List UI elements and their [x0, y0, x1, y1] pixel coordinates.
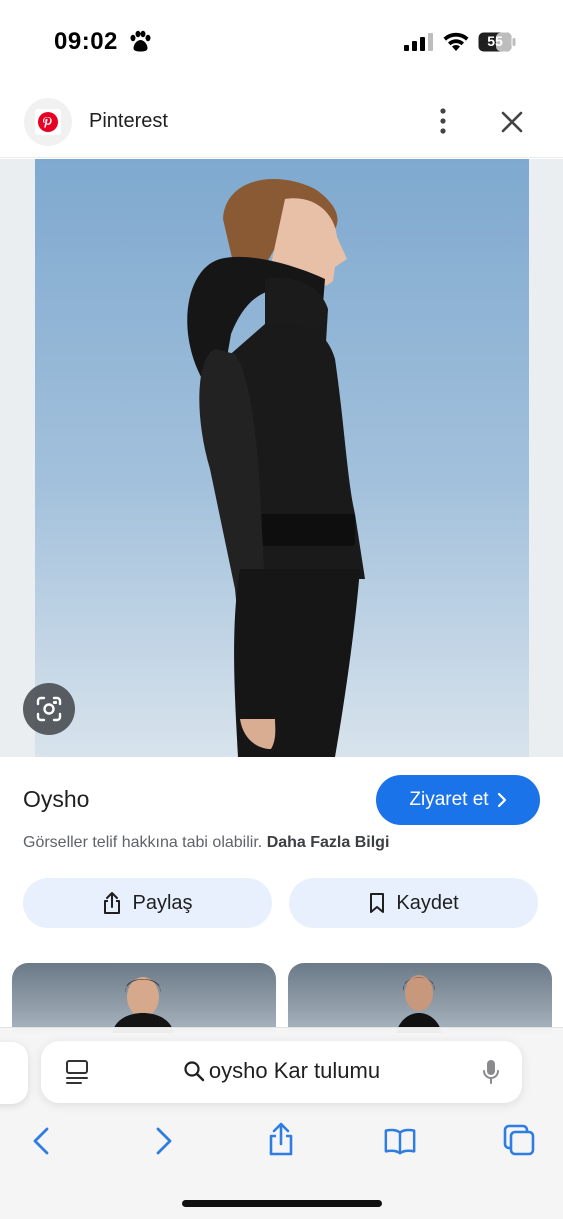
copyright-text: Görseller telif hakkına tabi olabilir. — [23, 834, 263, 851]
share-icon — [269, 1122, 293, 1156]
browser-toolbar: oysho Kar tulumu — [0, 1027, 563, 1219]
search-icon — [184, 1061, 205, 1082]
address-bar[interactable]: oysho Kar tulumu — [41, 1041, 522, 1103]
sheet-header: Pinterest — [0, 92, 563, 158]
battery-level: 55 — [487, 33, 503, 49]
status-time: 09:02 — [54, 28, 118, 55]
related-image[interactable] — [12, 963, 276, 1033]
address-query: oysho Kar tulumu — [208, 1058, 381, 1083]
forward-button[interactable] — [147, 1124, 181, 1158]
address-content: oysho Kar tulumu — [41, 1058, 522, 1084]
save-label: Kaydet — [396, 891, 459, 914]
previous-tab[interactable] — [0, 1042, 28, 1104]
site-name: Pinterest — [89, 110, 168, 132]
wifi-icon — [443, 32, 469, 51]
lens-icon — [36, 696, 62, 722]
pinterest-logo — [24, 98, 72, 146]
chevron-right-icon — [497, 792, 506, 808]
visit-button[interactable]: Ziyaret et — [376, 775, 540, 825]
bookmarks-icon — [384, 1128, 416, 1155]
battery-icon: 55 — [478, 32, 516, 52]
share-icon — [104, 892, 121, 914]
forward-icon — [156, 1127, 172, 1155]
back-icon — [33, 1127, 49, 1155]
image-preview[interactable] — [0, 159, 563, 757]
more-vert-icon — [440, 108, 446, 134]
result-brand: Oysho — [23, 786, 90, 812]
tabs-icon — [503, 1124, 535, 1156]
copyright-notice: Görseller telif hakkına tabi olabilir. D… — [23, 834, 389, 852]
tabs-button[interactable] — [502, 1123, 536, 1157]
back-button[interactable] — [24, 1124, 58, 1158]
product-photo — [35, 159, 529, 757]
home-indicator — [182, 1200, 382, 1207]
bookmark-icon — [370, 893, 385, 913]
learn-more-link[interactable]: Daha Fazla Bilgi — [267, 834, 390, 851]
save-button[interactable]: Kaydet — [289, 878, 538, 928]
visit-label: Ziyaret et — [409, 789, 489, 810]
share-label: Paylaş — [132, 891, 193, 914]
close-icon — [501, 111, 523, 133]
close-button[interactable] — [498, 108, 526, 136]
mic-icon[interactable] — [482, 1058, 500, 1086]
lens-button[interactable] — [23, 683, 75, 735]
related-image[interactable] — [288, 963, 552, 1033]
more-options-button[interactable] — [430, 106, 456, 136]
share-page-button[interactable] — [264, 1122, 298, 1156]
bookmarks-button[interactable] — [383, 1124, 417, 1158]
status-bar: 09:02 55 — [0, 0, 563, 80]
signal-icon — [404, 33, 433, 51]
share-button[interactable]: Paylaş — [23, 878, 272, 928]
paw-icon — [130, 30, 151, 52]
